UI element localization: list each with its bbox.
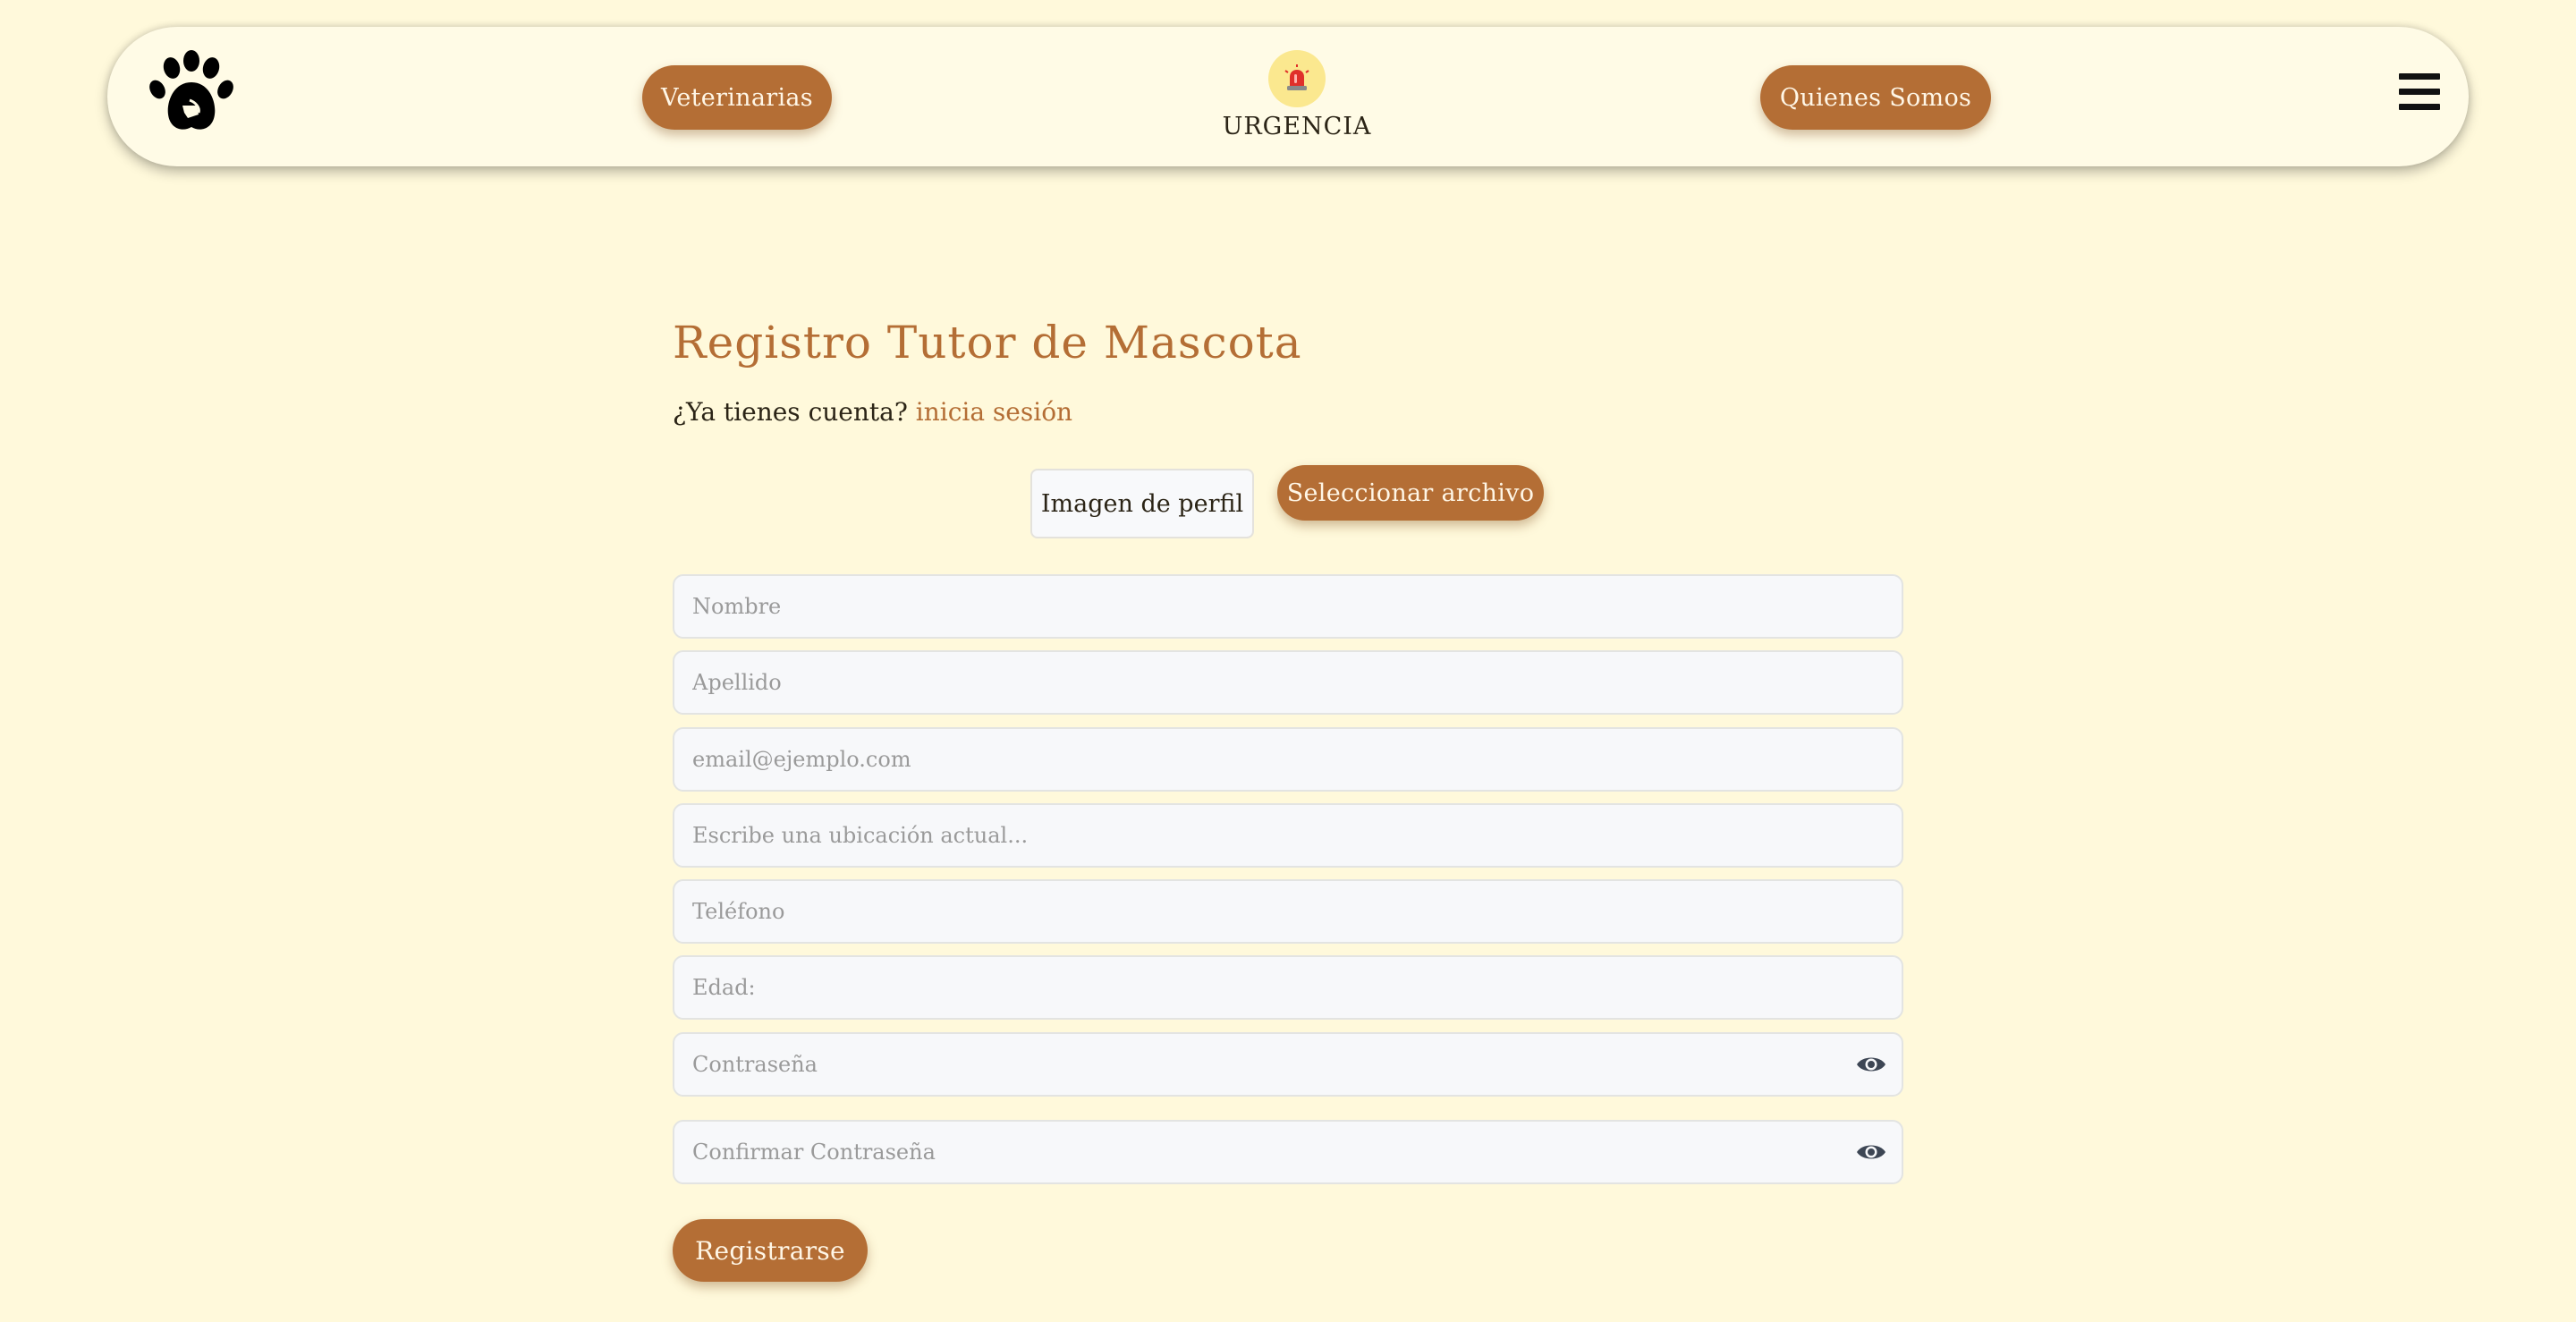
email-input[interactable] — [673, 727, 1903, 792]
account-prompt-text: ¿Ya tienes cuenta? — [673, 397, 908, 427]
eye-icon[interactable] — [1855, 1140, 1887, 1164]
hamburger-bar — [2399, 73, 2440, 80]
urgencia-link[interactable]: URGENCIA — [1216, 50, 1377, 148]
register-button[interactable]: Registrarse — [673, 1219, 868, 1282]
urgencia-label: URGENCIA — [1222, 113, 1372, 140]
hamburger-bar — [2399, 104, 2440, 110]
select-file-button[interactable]: Seleccionar archivo — [1277, 465, 1544, 521]
ubicacion-input[interactable] — [673, 803, 1903, 868]
page-title: Registro Tutor de Mascota — [673, 317, 1302, 369]
apellido-input[interactable] — [673, 650, 1903, 715]
telefono-input[interactable] — [673, 879, 1903, 944]
urgencia-icon-circle — [1268, 50, 1326, 107]
hamburger-bar — [2399, 89, 2440, 95]
quienes-somos-button[interactable]: Quienes Somos — [1760, 65, 1991, 130]
login-prompt: ¿Ya tienes cuenta? inicia sesión — [673, 397, 1072, 427]
hamburger-menu-icon[interactable] — [2399, 73, 2440, 113]
profile-image-label: Imagen de perfil — [1030, 469, 1254, 538]
login-link[interactable]: inicia sesión — [916, 397, 1072, 427]
veterinarias-button[interactable]: Veterinarias — [642, 65, 832, 130]
paw-icon[interactable] — [147, 50, 236, 140]
password-input[interactable] — [673, 1032, 1903, 1097]
navbar: Veterinarias URGENCIA Quienes Somos — [107, 27, 2469, 166]
siren-icon — [1284, 64, 1309, 90]
eye-icon[interactable] — [1855, 1053, 1887, 1076]
edad-input[interactable] — [673, 955, 1903, 1020]
nombre-input[interactable] — [673, 574, 1903, 639]
confirm-password-input[interactable] — [673, 1120, 1903, 1184]
